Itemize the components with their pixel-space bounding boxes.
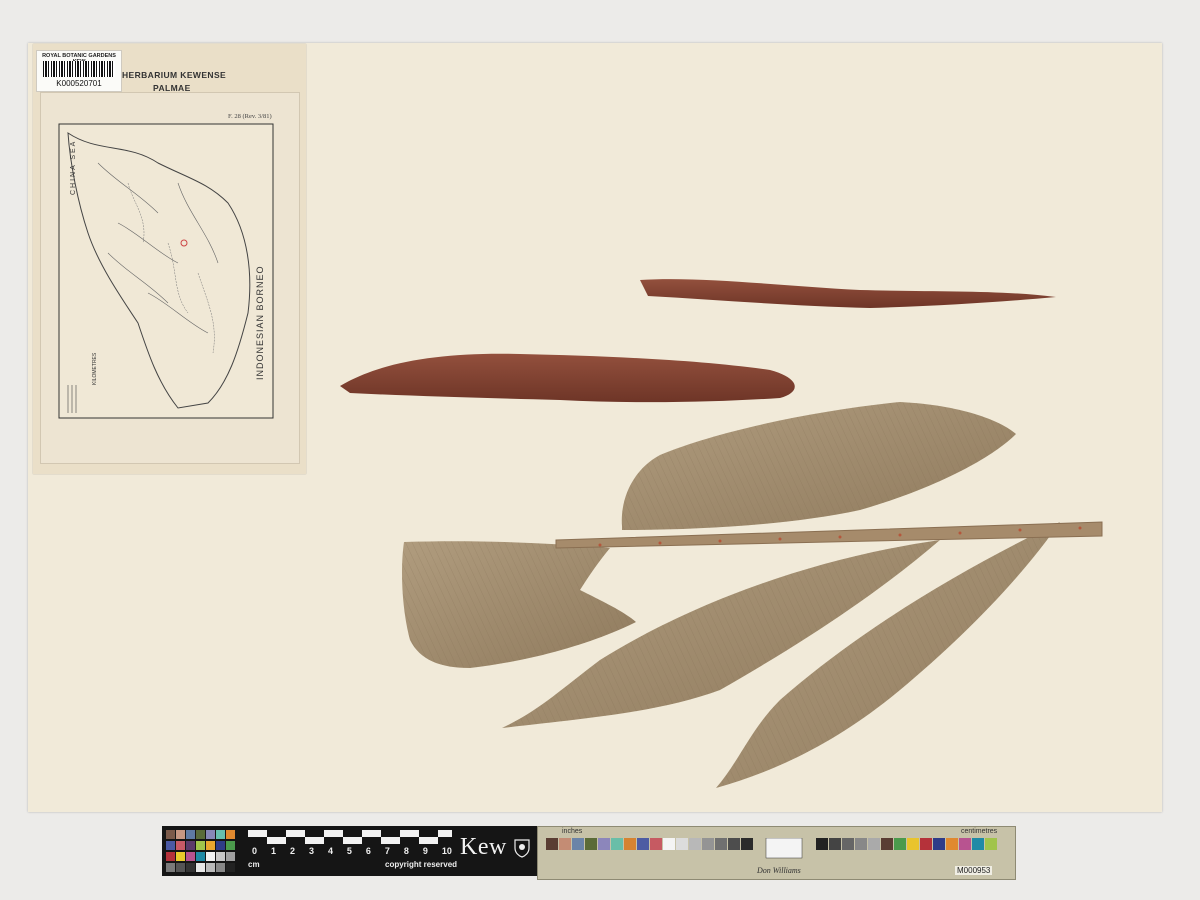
target-id: M000953 bbox=[955, 866, 993, 875]
left-leaflet bbox=[402, 541, 636, 668]
cm-9: 9 bbox=[422, 846, 428, 856]
cm-7: 7 bbox=[384, 846, 390, 856]
map-region-label: INDONESIAN BORNEO bbox=[255, 265, 265, 380]
inches-label: inches bbox=[562, 828, 583, 835]
crest-icon bbox=[514, 839, 530, 858]
herbarium-title: HERBARIUM KEWENSE bbox=[122, 70, 227, 80]
cm-8: 8 bbox=[403, 846, 409, 856]
map-legend-title: KILOMETRES bbox=[92, 352, 98, 385]
cm-unit-label: cm bbox=[248, 860, 260, 869]
cm-ruler bbox=[246, 828, 454, 846]
form-code: F. 28 (Rev. 3/81) bbox=[228, 113, 272, 120]
cm-numbers: 0 1 2 3 4 5 6 7 8 9 10 bbox=[252, 846, 452, 856]
centimetres-label: centimetres bbox=[961, 828, 998, 835]
upper-sheath bbox=[640, 279, 1056, 308]
sarawak-map bbox=[58, 123, 274, 419]
cm-5: 5 bbox=[346, 846, 352, 856]
cm-2: 2 bbox=[289, 846, 295, 856]
color-swatches bbox=[166, 830, 235, 872]
map-sea-label: CHINA SEA bbox=[70, 139, 77, 195]
family-name: PALMAE bbox=[153, 83, 191, 93]
cm-0: 0 bbox=[252, 846, 258, 856]
cm-1: 1 bbox=[270, 846, 276, 856]
barcode-number: K000520701 bbox=[56, 79, 102, 88]
cm-6: 6 bbox=[365, 846, 371, 856]
middle-sheath bbox=[340, 353, 795, 403]
kew-logo: Kew bbox=[460, 834, 507, 860]
cm-4: 4 bbox=[327, 846, 333, 856]
barcode-label: ROYAL BOTANIC GARDENS KEW K000520701 bbox=[36, 50, 122, 92]
signature: Don Williams bbox=[757, 866, 801, 875]
target-patches bbox=[546, 838, 997, 859]
top-leaflet bbox=[621, 402, 1016, 530]
copyright-text: copyright reserved bbox=[385, 860, 458, 869]
cm-3: 3 bbox=[308, 846, 314, 856]
barcode-bars bbox=[43, 61, 115, 77]
cm-10: 10 bbox=[441, 846, 452, 856]
